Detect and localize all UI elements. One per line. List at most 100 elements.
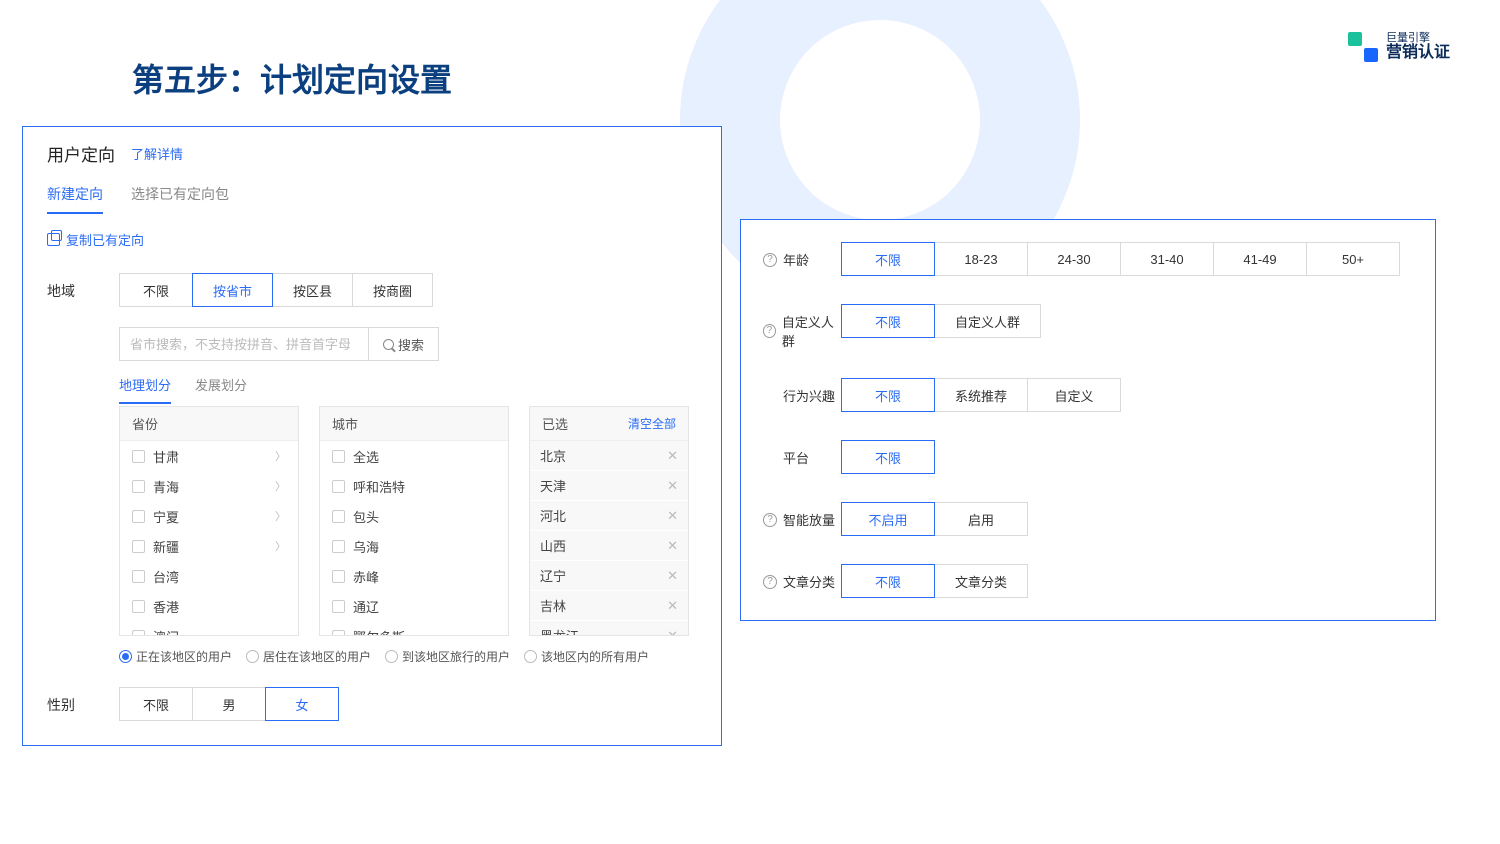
article-unlimited[interactable]: 不限	[841, 564, 935, 598]
list-item[interactable]: 甘肃〉	[120, 441, 298, 471]
help-icon[interactable]: ?	[763, 513, 777, 527]
region-opt-province[interactable]: 按省市	[192, 273, 273, 307]
radio-label: 到该地区旅行的用户	[402, 648, 510, 665]
province-name: 新疆	[153, 537, 179, 556]
search-input[interactable]	[119, 327, 368, 361]
radio-option[interactable]: 到该地区旅行的用户	[385, 648, 510, 665]
copy-link-label: 复制已有定向	[66, 230, 144, 249]
list-item[interactable]: 宁夏〉	[120, 501, 298, 531]
copy-existing-link[interactable]: 复制已有定向	[47, 230, 697, 249]
checkbox-icon[interactable]	[332, 450, 345, 463]
region-opt-business[interactable]: 按商圈	[352, 273, 433, 307]
cp-custom[interactable]: 自定义人群	[934, 304, 1041, 338]
list-item[interactable]: 台湾	[120, 561, 298, 591]
search-button[interactable]: 搜索	[368, 327, 439, 361]
help-icon[interactable]: ?	[763, 253, 777, 267]
close-icon[interactable]: ✕	[667, 598, 678, 614]
cp-unlimited[interactable]: 不限	[841, 304, 935, 338]
selected-name: 北京	[540, 446, 566, 465]
province-name: 青海	[153, 477, 179, 496]
region-opt-unlimited[interactable]: 不限	[119, 273, 193, 307]
help-icon[interactable]: ?	[763, 324, 776, 338]
age-31-40[interactable]: 31-40	[1120, 242, 1214, 276]
selected-name: 吉林	[540, 596, 566, 615]
selected-item: 河北 ✕	[530, 501, 688, 531]
age-50plus[interactable]: 50+	[1306, 242, 1400, 276]
close-icon[interactable]: ✕	[667, 478, 678, 494]
chevron-right-icon: 〉	[275, 448, 286, 464]
checkbox-icon[interactable]	[132, 480, 145, 493]
selected-item: 天津 ✕	[530, 471, 688, 501]
close-icon[interactable]: ✕	[667, 568, 678, 584]
checkbox-icon[interactable]	[332, 570, 345, 583]
checkbox-icon[interactable]	[332, 510, 345, 523]
province-head: 省份	[132, 414, 158, 433]
platform-label: 平台	[783, 448, 809, 467]
targeting-options-panel: ?年龄 不限 18-23 24-30 31-40 41-49 50+ ?自定义人…	[740, 219, 1436, 621]
gender-male[interactable]: 男	[192, 687, 266, 721]
list-item[interactable]: 鄂尔多斯	[320, 621, 508, 635]
checkbox-icon[interactable]	[332, 540, 345, 553]
checkbox-icon[interactable]	[132, 450, 145, 463]
checkbox-icon[interactable]	[332, 600, 345, 613]
close-icon[interactable]: ✕	[667, 448, 678, 464]
age-18-23[interactable]: 18-23	[934, 242, 1028, 276]
chevron-right-icon: 〉	[275, 508, 286, 524]
int-custom[interactable]: 自定义	[1027, 378, 1121, 412]
smart-enabled[interactable]: 启用	[934, 502, 1028, 536]
list-item[interactable]: 香港	[120, 591, 298, 621]
gender-female[interactable]: 女	[265, 687, 339, 721]
radio-option[interactable]: 该地区内的所有用户	[524, 648, 649, 665]
age-41-49[interactable]: 41-49	[1213, 242, 1307, 276]
checkbox-icon[interactable]	[132, 510, 145, 523]
checkbox-icon[interactable]	[332, 480, 345, 493]
list-item[interactable]: 青海〉	[120, 471, 298, 501]
age-24-30[interactable]: 24-30	[1027, 242, 1121, 276]
age-unlimited[interactable]: 不限	[841, 242, 935, 276]
list-item[interactable]: 包头	[320, 501, 508, 531]
checkbox-icon[interactable]	[132, 630, 145, 636]
list-item[interactable]: 乌海	[320, 531, 508, 561]
list-item[interactable]: 新疆〉	[120, 531, 298, 561]
radio-option[interactable]: 居住在该地区的用户	[246, 648, 371, 665]
checkbox-icon[interactable]	[332, 630, 345, 636]
list-item[interactable]: 全选	[320, 441, 508, 471]
selected-item: 吉林 ✕	[530, 591, 688, 621]
selected-item: 北京 ✕	[530, 441, 688, 471]
city-name: 呼和浩特	[353, 477, 405, 496]
gender-unlimited[interactable]: 不限	[119, 687, 193, 721]
region-opt-district[interactable]: 按区县	[272, 273, 353, 307]
province-name: 台湾	[153, 567, 179, 586]
checkbox-icon[interactable]	[132, 570, 145, 583]
int-system[interactable]: 系统推荐	[934, 378, 1028, 412]
tab-new-targeting[interactable]: 新建定向	[47, 184, 103, 214]
city-head: 城市	[332, 414, 358, 433]
radio-option[interactable]: 正在该地区的用户	[119, 648, 232, 665]
smart-disabled[interactable]: 不启用	[841, 502, 935, 536]
close-icon[interactable]: ✕	[667, 508, 678, 524]
detail-link[interactable]: 了解详情	[131, 144, 183, 163]
selected-name: 黑龙江	[540, 626, 579, 635]
int-unlimited[interactable]: 不限	[841, 378, 935, 412]
search-icon	[383, 339, 394, 350]
selected-name: 天津	[540, 476, 566, 495]
radio-icon	[119, 650, 132, 663]
clear-all-link[interactable]: 清空全部	[628, 415, 676, 432]
checkbox-icon[interactable]	[132, 540, 145, 553]
list-item[interactable]: 呼和浩特	[320, 471, 508, 501]
close-icon[interactable]: ✕	[667, 538, 678, 554]
selected-head: 已选	[542, 414, 568, 433]
platform-unlimited[interactable]: 不限	[841, 440, 935, 474]
help-icon[interactable]: ?	[763, 575, 777, 589]
list-item[interactable]: 澳门	[120, 621, 298, 635]
list-item[interactable]: 赤峰	[320, 561, 508, 591]
inner-tab-geo[interactable]: 地理划分	[119, 375, 171, 404]
checkbox-icon[interactable]	[132, 600, 145, 613]
article-category[interactable]: 文章分类	[934, 564, 1028, 598]
close-icon[interactable]: ✕	[667, 628, 678, 636]
tab-existing-package[interactable]: 选择已有定向包	[131, 184, 229, 214]
list-item[interactable]: 通辽	[320, 591, 508, 621]
selected-name: 河北	[540, 506, 566, 525]
radio-icon	[524, 650, 537, 663]
inner-tab-dev[interactable]: 发展划分	[195, 375, 247, 404]
